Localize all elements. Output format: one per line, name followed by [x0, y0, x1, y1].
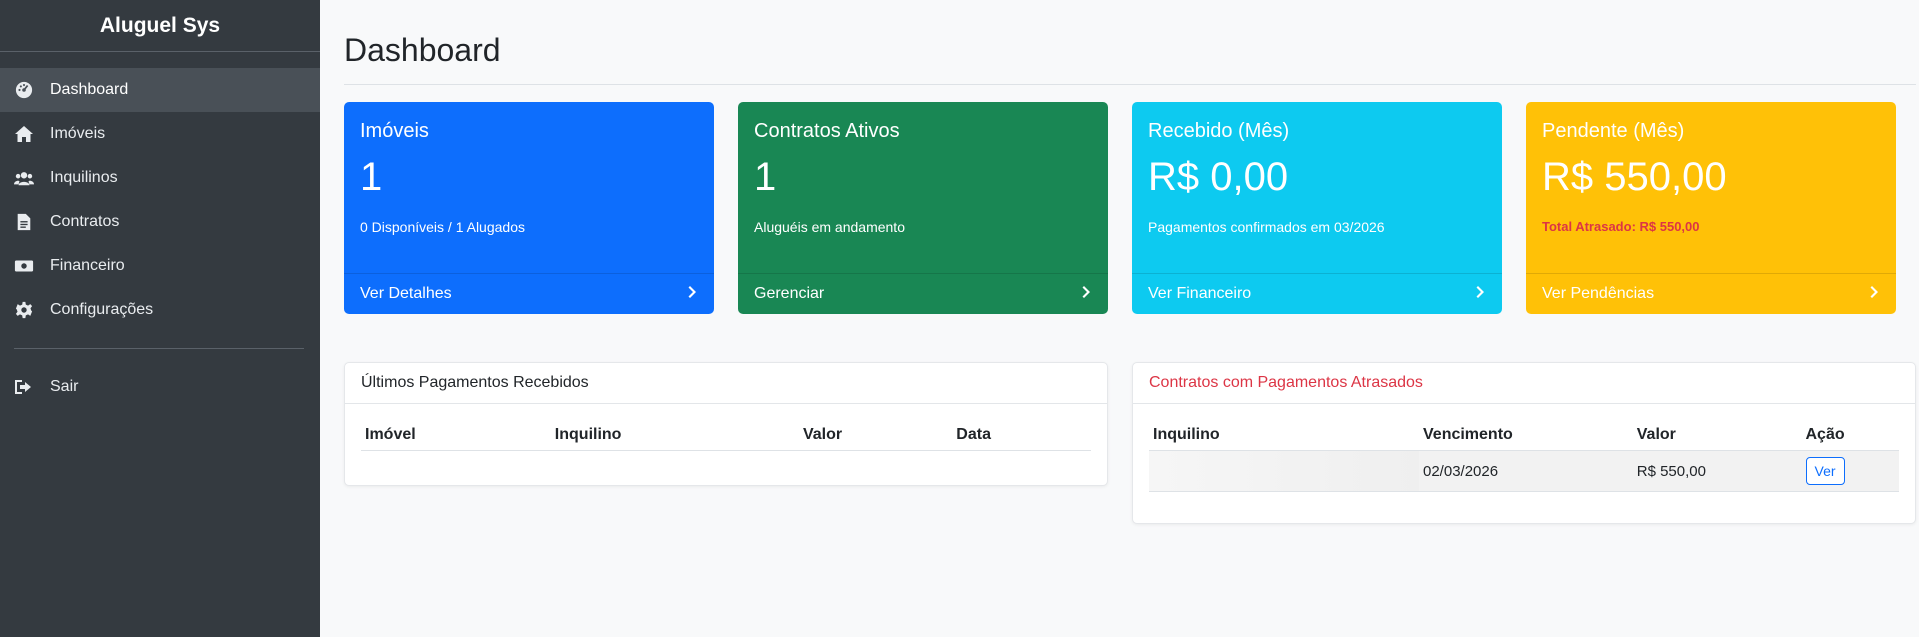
column-header: Valor [1632, 416, 1802, 451]
summary-cards: Imóveis 1 0 Disponíveis / 1 Alugados Ver… [344, 102, 1916, 314]
recent-payments-table: Imóvel Inquilino Valor Data [361, 416, 1091, 451]
sidebar-item-contratos[interactable]: Contratos [0, 200, 320, 244]
chevron-right-icon [1082, 285, 1092, 303]
table-header-row: Imóvel Inquilino Valor Data [361, 416, 1091, 451]
card-imoveis: Imóveis 1 0 Disponíveis / 1 Alugados Ver… [344, 102, 714, 314]
page-title: Dashboard [344, 32, 501, 68]
column-header: Valor [798, 416, 953, 451]
card-link-ver-pendencias[interactable]: Ver Pendências [1526, 273, 1896, 314]
card-subtitle: Aluguéis em andamento [754, 219, 905, 235]
column-header: Data [952, 416, 1091, 451]
app-brand[interactable]: Aluguel Sys [0, 0, 320, 52]
card-value: R$ 0,00 [1148, 155, 1289, 199]
sidebar-item-sair[interactable]: Sair [0, 365, 320, 409]
file-icon [14, 213, 42, 231]
gauge-icon [14, 81, 42, 99]
sidebar-nav: Dashboard Imóveis Inquilinos Contratos F… [0, 68, 320, 409]
card-link-label: Gerenciar [754, 285, 825, 302]
sign-out-icon [14, 378, 42, 396]
sidebar-item-label: Inquilinos [50, 169, 118, 186]
sidebar-item-label: Sair [50, 378, 79, 395]
sidebar-item-label: Financeiro [50, 257, 125, 274]
ver-button[interactable]: Ver [1805, 457, 1845, 485]
home-icon [14, 125, 42, 143]
chevron-right-icon [1476, 285, 1486, 303]
users-icon [14, 169, 42, 187]
chevron-right-icon [688, 285, 698, 303]
panel-title: Últimos Pagamentos Recebidos [345, 363, 1107, 404]
sidebar-item-financeiro[interactable]: Financeiro [0, 244, 320, 288]
cell-inquilino [1149, 450, 1419, 492]
chevron-right-icon [1870, 285, 1880, 303]
title-divider [344, 84, 1916, 85]
card-link-ver-detalhes[interactable]: Ver Detalhes [344, 273, 714, 314]
cell-acao: Ver [1801, 450, 1899, 492]
overdue-contracts-panel: Contratos com Pagamentos Atrasados Inqui… [1132, 362, 1916, 524]
money-icon [14, 257, 42, 275]
card-recebido-mes: Recebido (Mês) R$ 0,00 Pagamentos confir… [1132, 102, 1502, 314]
sidebar-item-label: Configurações [50, 301, 154, 318]
card-link-ver-financeiro[interactable]: Ver Financeiro [1132, 273, 1502, 314]
card-title: Recebido (Mês) [1148, 120, 1290, 142]
sidebar-divider [14, 348, 304, 349]
sidebar-item-label: Contratos [50, 213, 120, 230]
column-header: Imóvel [361, 416, 551, 451]
card-title: Pendente (Mês) [1542, 120, 1685, 142]
sidebar-item-inquilinos[interactable]: Inquilinos [0, 156, 320, 200]
card-value: 1 [360, 155, 383, 199]
card-link-label: Ver Detalhes [360, 285, 452, 302]
card-contratos-ativos: Contratos Ativos 1 Aluguéis em andamento… [738, 102, 1108, 314]
recent-payments-panel: Últimos Pagamentos Recebidos Imóvel Inqu… [344, 362, 1108, 486]
sidebar-item-imoveis[interactable]: Imóveis [0, 112, 320, 156]
table-header-row: Inquilino Vencimento Valor Ação [1149, 416, 1899, 451]
card-link-label: Ver Pendências [1542, 285, 1655, 302]
cell-valor: R$ 550,00 [1632, 450, 1802, 492]
overdue-contracts-table: Inquilino Vencimento Valor Ação 02/03/20… [1149, 416, 1899, 492]
card-subtitle-overdue: Total Atrasado: R$ 550,00 [1542, 219, 1700, 234]
card-link-gerenciar[interactable]: Gerenciar [738, 273, 1108, 314]
column-header: Vencimento [1419, 416, 1633, 451]
table-row: 02/03/2026 R$ 550,00 Ver [1149, 450, 1899, 492]
sidebar-item-label: Dashboard [50, 81, 129, 98]
card-pendente-mes: Pendente (Mês) R$ 550,00 Total Atrasado:… [1526, 102, 1896, 314]
cell-vencimento: 02/03/2026 [1419, 450, 1633, 492]
panel-title: Contratos com Pagamentos Atrasados [1133, 363, 1915, 404]
main-content: Dashboard Imóveis 1 0 Disponíveis / 1 Al… [320, 0, 1919, 637]
card-title: Imóveis [360, 120, 429, 142]
card-value: 1 [754, 155, 777, 199]
card-subtitle: Pagamentos confirmados em 03/2026 [1148, 219, 1385, 235]
gear-icon [14, 301, 42, 319]
card-link-label: Ver Financeiro [1148, 285, 1252, 302]
column-header: Inquilino [1149, 416, 1419, 451]
sidebar-item-label: Imóveis [50, 125, 106, 142]
card-value: R$ 550,00 [1542, 155, 1727, 199]
sidebar-item-dashboard[interactable]: Dashboard [0, 68, 320, 112]
sidebar: Aluguel Sys Dashboard Imóveis Inquilinos… [0, 0, 320, 637]
column-header: Ação [1801, 416, 1899, 451]
sidebar-item-configuracoes[interactable]: Configurações [0, 288, 320, 332]
card-title: Contratos Ativos [754, 120, 900, 142]
column-header: Inquilino [550, 416, 799, 451]
card-subtitle: 0 Disponíveis / 1 Alugados [360, 219, 525, 235]
